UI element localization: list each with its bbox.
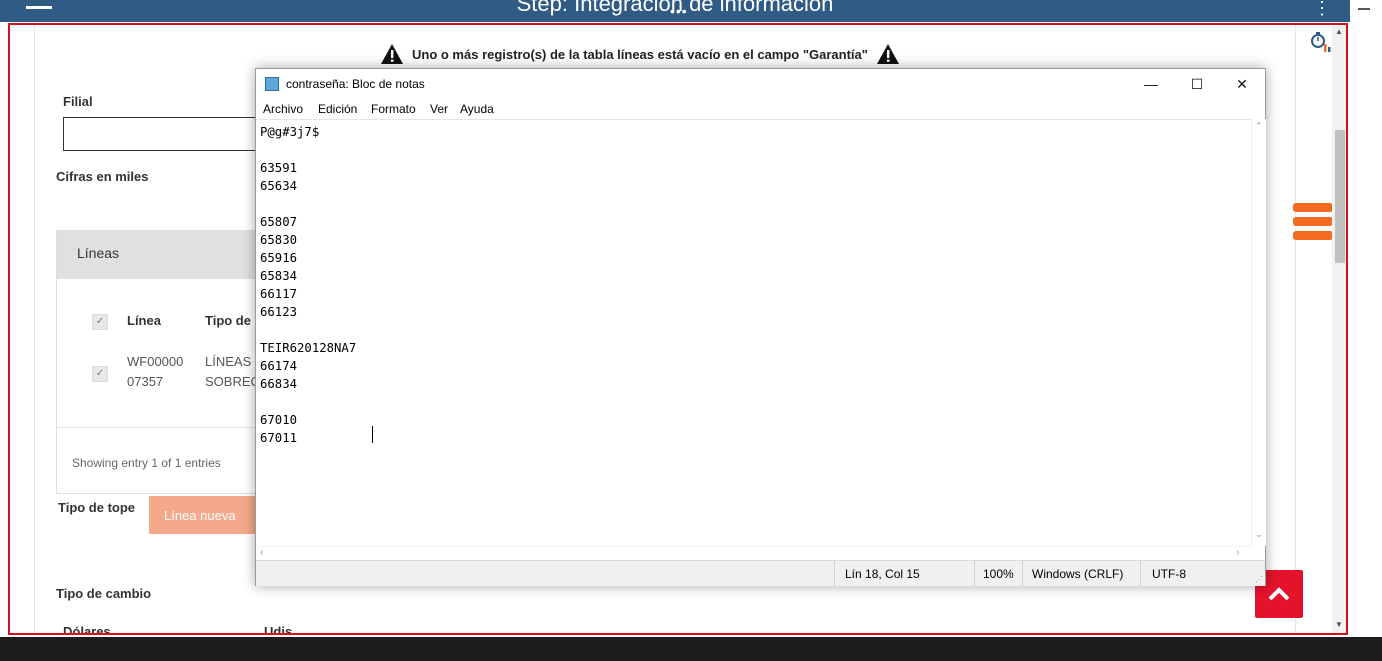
more-dots-icon[interactable]: ••• bbox=[670, 4, 688, 18]
cell-text: SOBREC bbox=[205, 374, 260, 389]
right-edge-strip bbox=[1350, 0, 1382, 661]
select-all-checkbox[interactable]: ✓ bbox=[92, 314, 108, 330]
text-caret bbox=[372, 426, 373, 443]
menu-ayuda[interactable]: Ayuda bbox=[460, 102, 494, 116]
column-header-linea[interactable]: Línea bbox=[127, 313, 161, 328]
row-checkbox[interactable]: ✓ bbox=[92, 366, 108, 382]
maximize-button[interactable]: ☐ bbox=[1177, 73, 1217, 95]
menu-edicion[interactable]: Edición bbox=[318, 102, 357, 116]
status-encoding: UTF-8 bbox=[1152, 567, 1186, 581]
notepad-menubar: Archivo Edición Formato Ver Ayuda bbox=[256, 99, 1265, 119]
tipo-tope-label: Tipo de tope bbox=[58, 500, 136, 515]
notepad-content[interactable]: P@g#3j7$ 63591 65634 65807 65830 65916 6… bbox=[260, 123, 356, 447]
notepad-statusbar: Lín 18, Col 15 100% Windows (CRLF) UTF-8… bbox=[256, 560, 1265, 586]
scroll-up-arrow-icon[interactable]: ⌃ bbox=[1255, 121, 1263, 132]
notepad-window[interactable]: contraseña: Bloc de notas — ☐ ✕ Archivo … bbox=[255, 68, 1266, 586]
cifras-label: Cifras en miles bbox=[56, 169, 149, 184]
cell-text: LÍNEAS bbox=[205, 354, 252, 369]
showing-entries-text: Showing entry 1 of 1 entries bbox=[72, 456, 221, 470]
tipo-cambio-label: Tipo de cambio bbox=[56, 586, 152, 601]
status-zoom: 100% bbox=[983, 567, 1014, 581]
taskbar bbox=[0, 637, 1382, 661]
warning-triangle-icon bbox=[381, 44, 403, 64]
scroll-down-arrow-icon[interactable]: ▼ bbox=[1335, 620, 1343, 629]
column-header-tipo[interactable]: Tipo de bbox=[205, 313, 251, 328]
notepad-title: contraseña: Bloc de notas bbox=[286, 77, 425, 91]
notepad-app-icon bbox=[265, 77, 279, 91]
close-button[interactable]: ✕ bbox=[1222, 73, 1262, 95]
page-scrollbar-thumb[interactable] bbox=[1335, 130, 1345, 263]
scroll-right-arrow-icon[interactable]: › bbox=[1236, 547, 1239, 558]
menu-formato[interactable]: Formato bbox=[371, 102, 416, 116]
minimize-button[interactable]: — bbox=[1131, 73, 1171, 95]
linea-nueva-button[interactable]: Línea nueva bbox=[149, 496, 259, 534]
side-menu-icon[interactable] bbox=[1293, 203, 1333, 247]
notepad-titlebar[interactable]: contraseña: Bloc de notas — ☐ ✕ bbox=[256, 69, 1265, 99]
warning-triangle-icon bbox=[876, 44, 899, 64]
cell-text: WF00000 bbox=[127, 354, 184, 369]
menu-archivo[interactable]: Archivo bbox=[263, 102, 303, 116]
scroll-down-arrow-icon[interactable]: ⌄ bbox=[1255, 529, 1263, 540]
dolares-label: Dólares bbox=[63, 624, 111, 635]
cell-text: 07357 bbox=[127, 374, 164, 389]
chart-clock-icon[interactable] bbox=[1310, 28, 1334, 54]
udis-label: Udis bbox=[264, 624, 293, 635]
resize-grip-icon[interactable]: ⋰ bbox=[1255, 575, 1263, 584]
top-header-bar: Step: Integración de información ••• ⋮ bbox=[0, 0, 1350, 22]
warning-message: Uno o más registro(s) de la tabla líneas… bbox=[380, 43, 900, 65]
scroll-up-arrow-icon[interactable]: ▲ bbox=[1335, 27, 1343, 36]
table-cell-linea: WF00000 07357 bbox=[127, 352, 183, 392]
table-cell-tipo: LÍNEAS SOBREC bbox=[205, 352, 260, 392]
scroll-left-arrow-icon[interactable]: ‹ bbox=[260, 547, 263, 558]
page-scrollbar[interactable]: ▲ ▼ bbox=[1332, 25, 1346, 633]
status-cursor-position: Lín 18, Col 15 bbox=[845, 567, 920, 581]
notepad-horizontal-scrollbar[interactable]: ‹ › bbox=[256, 546, 1251, 561]
minimize-dash-icon[interactable] bbox=[1358, 8, 1370, 10]
menu-ver[interactable]: Ver bbox=[430, 102, 448, 116]
filial-label: Filial bbox=[63, 94, 93, 109]
kebab-menu-icon[interactable]: ⋮ bbox=[1313, 0, 1331, 19]
warning-text: Uno o más registro(s) de la tabla líneas… bbox=[412, 46, 868, 62]
status-line-ending: Windows (CRLF) bbox=[1032, 567, 1124, 581]
notepad-text-area[interactable]: P@g#3j7$ 63591 65634 65807 65830 65916 6… bbox=[256, 119, 1251, 547]
notepad-vertical-scrollbar[interactable]: ⌃ ⌄ bbox=[1251, 119, 1266, 546]
